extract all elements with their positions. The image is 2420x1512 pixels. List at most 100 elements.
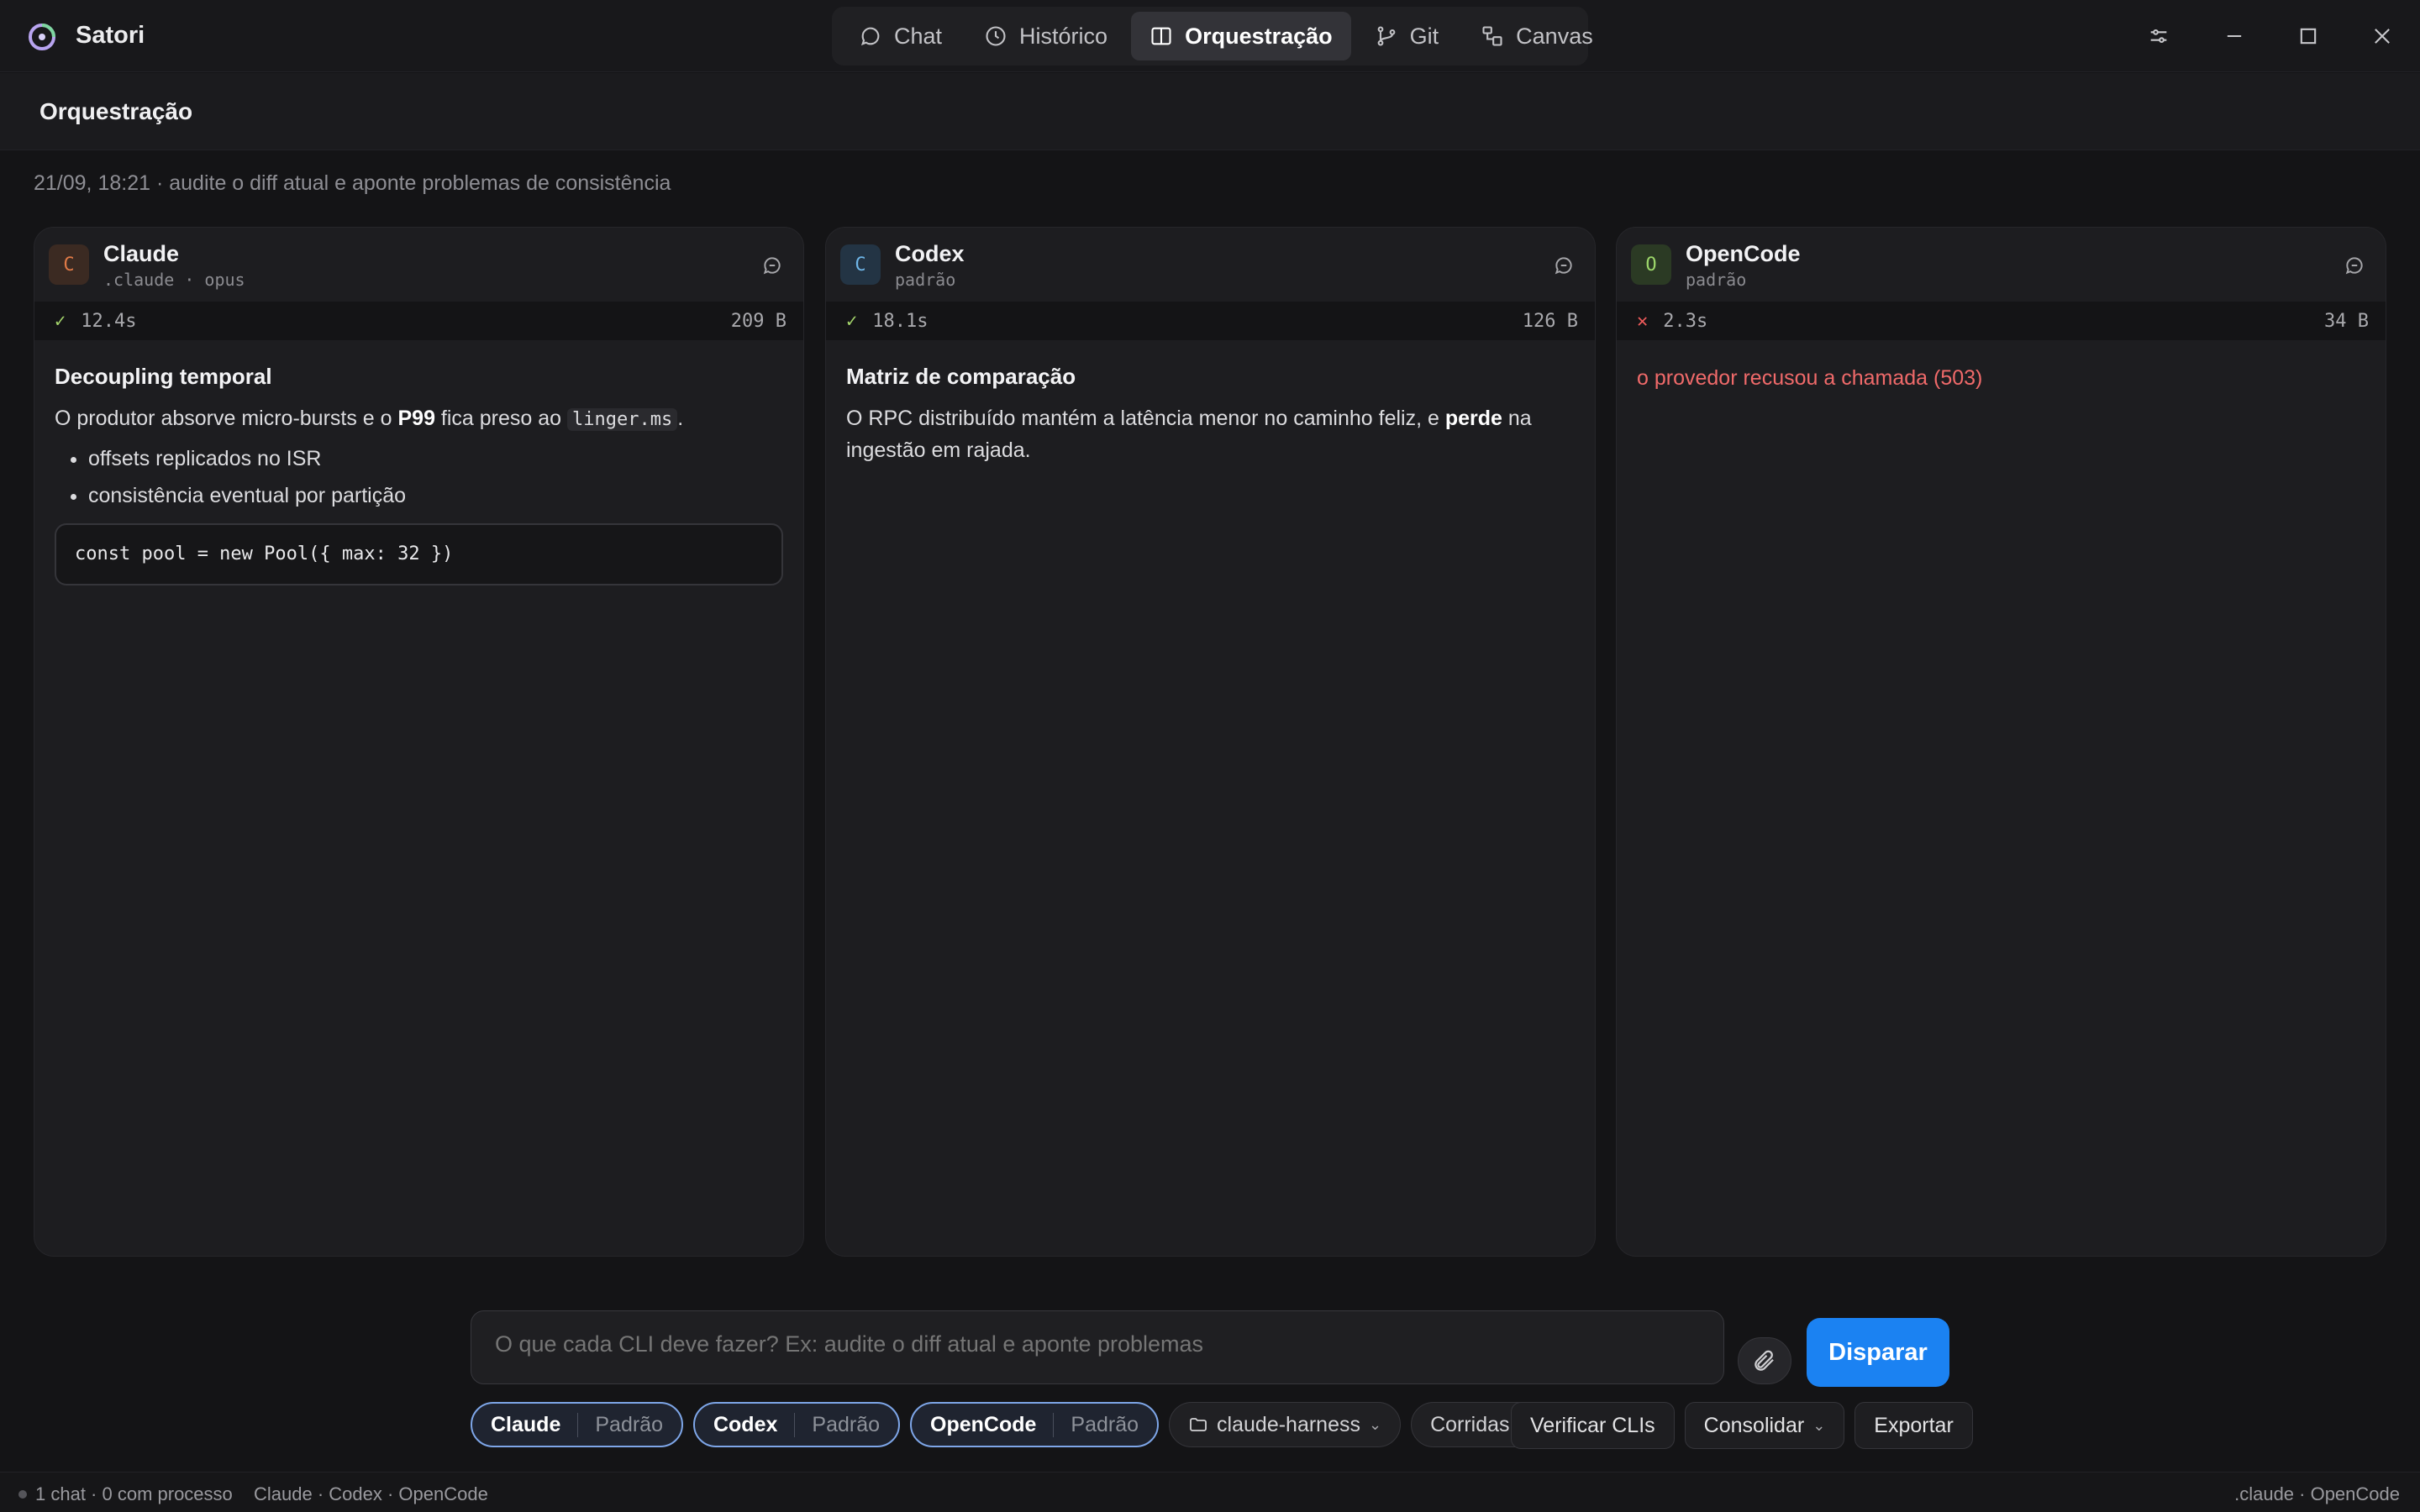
- agent-name: OpenCode: [1686, 241, 1801, 266]
- title-bar: Satori Chat Histórico Orquestração Git C…: [0, 0, 2420, 72]
- tab-orquestracao[interactable]: Orquestração: [1131, 12, 1351, 60]
- agent-name: Claude: [103, 241, 180, 266]
- sliders-icon: [2150, 29, 2167, 44]
- maximize-icon: [2300, 28, 2317, 45]
- card-header: C Codex padrão: [826, 228, 1595, 302]
- submit-button[interactable]: Disparar: [1807, 1318, 1949, 1387]
- agent-toggle-mode: Padrão: [595, 1412, 663, 1436]
- export-button[interactable]: Exportar: [1854, 1402, 1973, 1449]
- chevron-down-icon: ⌄: [1368, 1415, 1382, 1433]
- agent-config: padrão: [1686, 270, 1747, 290]
- attach-button[interactable]: [1738, 1337, 1791, 1384]
- open-chat-icon[interactable]: [2344, 255, 2365, 276]
- chat-bubble-icon: [860, 27, 880, 46]
- settings-sliders-button[interactable]: [2139, 17, 2178, 55]
- tab-git-label: Git: [1409, 23, 1439, 49]
- agent-card-codex: C Codex padrão ✓ 18.1s 126 B Matriz de c…: [825, 227, 1596, 1257]
- card-output: Decoupling temporal O produtor absorve m…: [34, 340, 803, 607]
- prompt-input[interactable]: [495, 1331, 1671, 1357]
- maximize-button[interactable]: [2289, 17, 2328, 55]
- agent-toggle-name: Codex: [713, 1412, 796, 1437]
- consolidate-label: Consolidar: [1703, 1413, 1805, 1437]
- duration: 12.4s: [81, 310, 137, 332]
- satori-logo-icon: [29, 24, 55, 50]
- output-heading: Decoupling temporal: [55, 364, 272, 389]
- text-span: fica preso ao: [434, 407, 568, 430]
- status-right: .claude · OpenCode: [2234, 1483, 2400, 1504]
- success-check-icon: ✓: [55, 310, 66, 332]
- card-header: C Claude .claude · opus: [34, 228, 803, 302]
- run-status: ✕ 2.3s 34 B: [1617, 302, 2386, 340]
- run-status: ✓ 12.4s 209 B: [34, 302, 803, 340]
- tab-chat-label: Chat: [894, 23, 943, 49]
- action-controls: Verificar CLIs Consolidar ⌄ Exportar: [1511, 1402, 1973, 1449]
- tab-canvas-label: Canvas: [1516, 23, 1593, 49]
- agent-toggle-opencode[interactable]: OpenCode Padrão: [910, 1402, 1160, 1447]
- workspace-label: claude-harness: [1217, 1412, 1360, 1436]
- output-size: 126 B: [1522, 310, 1578, 332]
- agent-config: .claude · opus: [103, 270, 245, 290]
- output-size: 34 B: [2324, 310, 2369, 332]
- close-button[interactable]: [2363, 17, 2402, 55]
- consolidate-dropdown[interactable]: Consolidar ⌄: [1684, 1402, 1845, 1449]
- agent-avatar: O: [1631, 244, 1671, 285]
- workspace-dropdown[interactable]: claude-harness ⌄: [1169, 1402, 1402, 1447]
- output-paragraph: O produtor absorve micro-bursts e o P99 …: [55, 402, 783, 436]
- agent-name: Codex: [895, 241, 965, 266]
- status-bar: 1 chat · 0 com processo Claude · Codex ·…: [0, 1472, 2420, 1512]
- error-message: o provedor recusou a chamada (503): [1637, 366, 1983, 390]
- agent-toggle-mode: Padrão: [1071, 1412, 1139, 1436]
- chevron-down-icon: ⌄: [1812, 1416, 1826, 1434]
- open-chat-icon[interactable]: [1553, 255, 1575, 276]
- output-size: 209 B: [730, 310, 786, 332]
- tab-orquestracao-label: Orquestração: [1185, 23, 1333, 49]
- success-check-icon: ✓: [846, 310, 858, 332]
- paperclip-icon: [1754, 1350, 1774, 1371]
- runs-label: Corridas: [1430, 1412, 1510, 1436]
- tab-historico[interactable]: Histórico: [965, 12, 1126, 60]
- verify-clis-button[interactable]: Verificar CLIs: [1511, 1402, 1675, 1449]
- folder-icon: [1190, 1418, 1207, 1431]
- agent-card-claude: C Claude .claude · opus ✓ 12.4s 209 B De…: [34, 227, 804, 1257]
- text-span: .: [677, 407, 684, 430]
- main-nav: Chat Histórico Orquestração Git Canvas: [832, 7, 1593, 66]
- tab-canvas[interactable]: Canvas: [1462, 12, 1612, 60]
- bold-text: perde: [1444, 407, 1502, 430]
- agent-toggle-name: OpenCode: [930, 1412, 1055, 1437]
- agent-avatar: C: [840, 244, 881, 285]
- agent-toggle-codex[interactable]: Codex Padrão: [692, 1402, 901, 1447]
- agent-config: padrão: [895, 270, 956, 290]
- agent-avatar: C: [49, 244, 89, 285]
- tab-historico-label: Histórico: [1019, 23, 1108, 49]
- columns-icon: [1151, 27, 1171, 45]
- agent-toggle-claude[interactable]: Claude Padrão: [471, 1402, 683, 1447]
- prompt-composer: [471, 1310, 1724, 1384]
- canvas-icon: [1482, 26, 1502, 46]
- duration: 18.1s: [872, 310, 929, 332]
- output-list: offsets replicados no ISR consistência e…: [55, 443, 783, 512]
- git-branch-icon: [1377, 26, 1396, 46]
- status-left: 1 chat · 0 com processo: [18, 1483, 233, 1505]
- agent-toggle-mode: Padrão: [812, 1412, 881, 1436]
- open-chat-icon[interactable]: [761, 255, 783, 276]
- inline-code: linger.ms: [567, 408, 678, 431]
- minimize-icon: [2227, 34, 2242, 38]
- page-header: Orquestração: [0, 73, 2420, 150]
- tab-git[interactable]: Git: [1356, 12, 1458, 60]
- app-name: Satori: [76, 22, 145, 49]
- page-title: Orquestração: [39, 98, 193, 124]
- output-heading: Matriz de comparação: [846, 364, 1076, 389]
- bold-text: P99: [397, 407, 435, 430]
- minimize-button[interactable]: [2215, 17, 2254, 55]
- output-paragraph: O RPC distribuído mantém a latência meno…: [846, 402, 1575, 466]
- tab-chat[interactable]: Chat: [840, 12, 960, 60]
- text-span: O RPC distribuído mantém a latência meno…: [846, 407, 1445, 430]
- list-item: consistência eventual por partição: [88, 480, 783, 512]
- status-dot-icon: [18, 1490, 27, 1499]
- error-x-icon: ✕: [1637, 310, 1649, 332]
- text-span: O produtor absorve micro-bursts e o: [55, 407, 398, 430]
- run-meta: 21/09, 18:21 · audite o diff atual e apo…: [34, 171, 671, 195]
- list-item: offsets replicados no ISR: [88, 443, 783, 475]
- agent-card-opencode: O OpenCode padrão ✕ 2.3s 34 B o provedor…: [1616, 227, 2386, 1257]
- session-count: 1 chat · 0 com processo: [35, 1483, 233, 1504]
